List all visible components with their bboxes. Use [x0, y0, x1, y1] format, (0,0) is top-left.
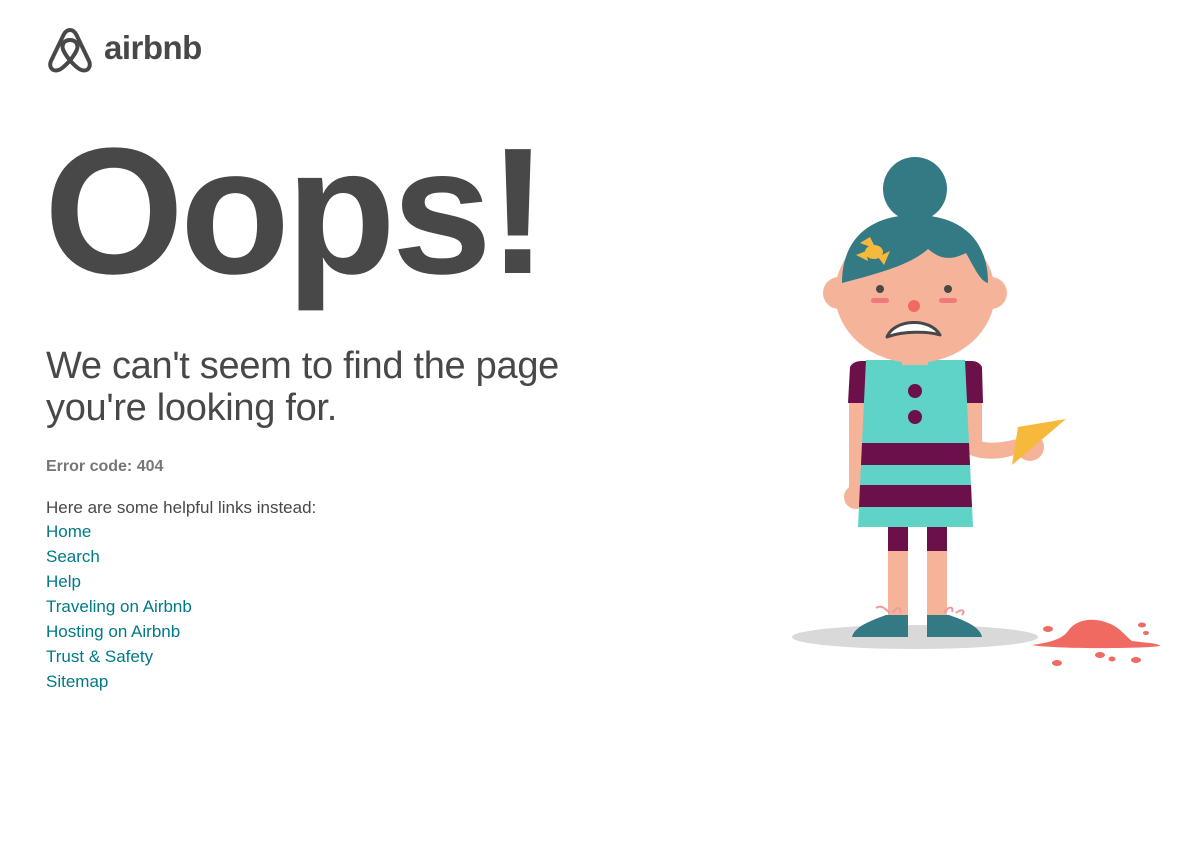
right-eye [944, 285, 952, 293]
airbnb-belo-icon [48, 28, 92, 73]
link-sitemap[interactable]: Sitemap [46, 672, 108, 691]
helpful-links-intro: Here are some helpful links instead: [46, 498, 317, 517]
brand-wordmark: airbnb [104, 28, 202, 66]
link-hosting[interactable]: Hosting on Airbnb [46, 622, 180, 641]
right-sleeve [965, 361, 983, 403]
right-shoe [927, 615, 982, 637]
list-item: Trust & Safety [46, 645, 316, 670]
hair-bun [883, 157, 947, 221]
page-headline: Oops! [44, 111, 548, 312]
dropped-ice-cream-icon [1032, 619, 1160, 666]
link-search[interactable]: Search [46, 547, 100, 566]
sad-girl-illustration [792, 157, 1160, 666]
list-item: Help [46, 570, 316, 595]
left-shoe [852, 615, 908, 637]
link-traveling[interactable]: Traveling on Airbnb [46, 597, 192, 616]
list-item: Search [46, 545, 316, 570]
link-help[interactable]: Help [46, 572, 81, 591]
left-sleeve [848, 361, 866, 403]
link-trust-safety[interactable]: Trust & Safety [46, 647, 153, 666]
nose [908, 300, 920, 312]
error-code: Error code: 404 [46, 458, 164, 475]
error-page: airbnb Oops! We can't seem to find the p… [0, 0, 1200, 863]
dress-button-top [908, 384, 922, 398]
helpful-links: Here are some helpful links instead: Hom… [46, 496, 316, 695]
airbnb-logo-link[interactable]: airbnb [46, 24, 202, 74]
link-home[interactable]: Home [46, 522, 91, 541]
error-message: We can't seem to find the page you're lo… [46, 345, 559, 429]
left-eye [876, 285, 884, 293]
ground-shadow [792, 625, 1038, 649]
list-item: Traveling on Airbnb [46, 595, 316, 620]
list-item: Sitemap [46, 670, 316, 695]
list-item: Home [46, 520, 316, 545]
ice-cream-cone-icon [1012, 419, 1066, 465]
dress-button-bottom [908, 410, 922, 424]
helpful-links-list: Home Search Help Traveling on Airbnb Hos… [46, 520, 316, 695]
list-item: Hosting on Airbnb [46, 620, 316, 645]
